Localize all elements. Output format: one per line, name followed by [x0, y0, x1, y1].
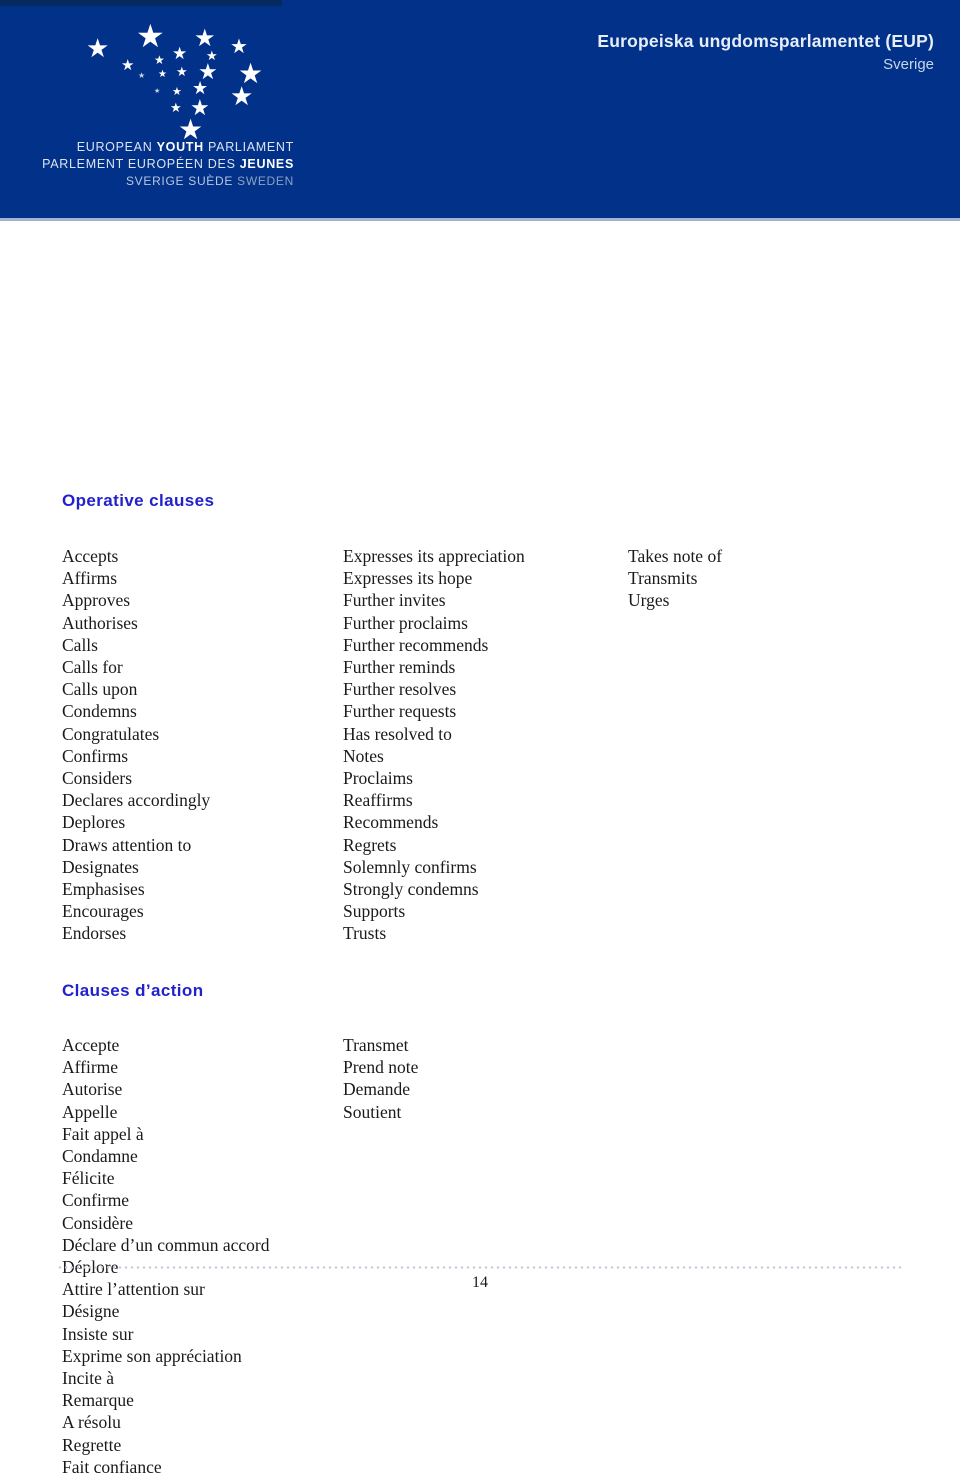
clause-item: Authorises: [62, 612, 138, 633]
clause-item: Further proclaims: [343, 612, 468, 633]
clause-item: Confirms: [62, 745, 129, 766]
clause-item: Endorses: [62, 923, 127, 944]
clause-item: Accepts: [62, 546, 119, 566]
clause-item: Further recommends: [343, 634, 489, 655]
footer-divider: [57, 1266, 903, 1269]
clause-item: Transmet: [343, 1035, 409, 1055]
clause-item: Further reminds: [343, 657, 456, 678]
clause-item: Takes note of: [628, 546, 723, 566]
clause-item: Fait confiance: [62, 1456, 162, 1477]
clause-item: Urges: [628, 590, 670, 611]
clause-item: Fait appel à: [62, 1123, 144, 1144]
clause-item: Expresses its appreciation: [343, 546, 525, 566]
clause-item: Considers: [62, 768, 132, 789]
clause-item: Expresses its hope: [343, 568, 473, 589]
clause-item: Reaffirms: [343, 790, 413, 811]
clause-item: Further resolves: [343, 679, 457, 700]
clause-item: Condamne: [62, 1146, 138, 1167]
clause-item: Incite à: [62, 1368, 114, 1389]
clause-item: Accepte: [62, 1035, 120, 1055]
clause-item: Exprime son appréciation: [62, 1345, 242, 1366]
section-heading-operative-clauses: Operative clauses: [62, 491, 215, 510]
clause-item: Deplores: [62, 812, 126, 833]
header-top-shade: [0, 0, 282, 6]
clause-item: Affirme: [62, 1057, 119, 1078]
clause-item: Trusts: [343, 923, 387, 944]
stars-cluster-icon: ★ ★ ★ ★ ★ ★ ★ ★ ★ ★ ★ ★ ★ ★ ★ ★ ★ ★ ★ ★: [86, 17, 264, 146]
header-title-block: Europeiska ungdomsparlamentet (EUP) Sver…: [597, 30, 934, 76]
page-number: 14: [472, 1274, 488, 1291]
clause-item: Autorise: [62, 1079, 123, 1100]
clause-list-operative-column-2: Expresses its appreciation Expresses its …: [343, 545, 525, 945]
page-header: ★ ★ ★ ★ ★ ★ ★ ★ ★ ★ ★ ★ ★ ★ ★ ★ ★ ★ ★ ★ …: [0, 0, 960, 218]
clause-item: A résolu: [62, 1412, 121, 1433]
clause-item: Confirme: [62, 1190, 130, 1211]
clause-item: Soutient: [343, 1101, 402, 1122]
clause-item: Draws attention to: [62, 834, 192, 855]
clause-item: Solemnly confirms: [343, 856, 477, 877]
clause-item: Calls: [62, 634, 98, 655]
clause-item: Condemns: [62, 701, 137, 722]
logo-wordmark-line-2: PARLEMENT EUROPÉEN DES JEUNES: [42, 157, 294, 171]
page-footer: 14: [0, 1241, 960, 1301]
header-bottom-rule: [0, 218, 960, 221]
clause-item: Transmits: [628, 568, 698, 589]
clause-item: Félicite: [62, 1168, 115, 1189]
clause-item: Affirms: [62, 568, 118, 589]
clause-item: Considère: [62, 1212, 133, 1233]
clause-item: Approves: [62, 590, 131, 611]
clause-item: Appelle: [62, 1101, 118, 1122]
clause-item: Encourages: [62, 901, 144, 922]
logo-wordmark: EUROPEAN YOUTH PARLIAMENT PARLEMENT EURO…: [26, 140, 294, 188]
eyp-logo: ★ ★ ★ ★ ★ ★ ★ ★ ★ ★ ★ ★ ★ ★ ★ ★ ★ ★ ★ ★ …: [26, 14, 294, 204]
clause-item: Regrette: [62, 1434, 122, 1455]
clause-item: Recommends: [343, 812, 439, 833]
logo-wordmark-line-3: SVERIGE SUÈDE SWEDEN: [125, 174, 294, 188]
clause-item: Prend note: [343, 1057, 419, 1078]
clause-item: Congratulates: [62, 723, 160, 744]
clause-item: Calls for: [62, 657, 123, 678]
clause-item: Further requests: [343, 701, 457, 722]
clause-item: Remarque: [62, 1390, 134, 1411]
clause-item: Has resolved to: [343, 723, 452, 744]
clause-list-action-column-2: Transmet Prend note Demande Soutient: [343, 1034, 418, 1123]
clause-item: Désigne: [62, 1301, 120, 1322]
clause-item: Declares accordingly: [62, 790, 211, 811]
clause-item: Strongly condemns: [343, 879, 479, 900]
organisation-title: Europeiska ungdomsparlamentet (EUP): [597, 31, 934, 51]
logo-wordmark-line-1: EUROPEAN YOUTH PARLIAMENT: [76, 140, 294, 154]
clause-item: Insiste sur: [62, 1323, 134, 1344]
clause-item: Calls upon: [62, 679, 138, 700]
section-heading-clauses-daction: Clauses d’action: [62, 981, 204, 1000]
organisation-subtitle: Sverige: [883, 55, 934, 73]
clause-list-operative-column-1: Accepts Affirms Approves Authorises Calls Cal…: [62, 545, 210, 945]
clause-item: Regrets: [343, 834, 397, 855]
clause-item: Supports: [343, 901, 406, 922]
clause-item: Notes: [343, 745, 384, 766]
clause-item: Proclaims: [343, 768, 413, 789]
clause-item: Further invites: [343, 590, 446, 611]
clause-item: Emphasises: [62, 879, 145, 900]
clause-item: Designates: [62, 856, 139, 877]
clause-list-operative-column-3: Takes note of Transmits Urges: [628, 545, 722, 612]
clause-item: Demande: [343, 1079, 411, 1100]
